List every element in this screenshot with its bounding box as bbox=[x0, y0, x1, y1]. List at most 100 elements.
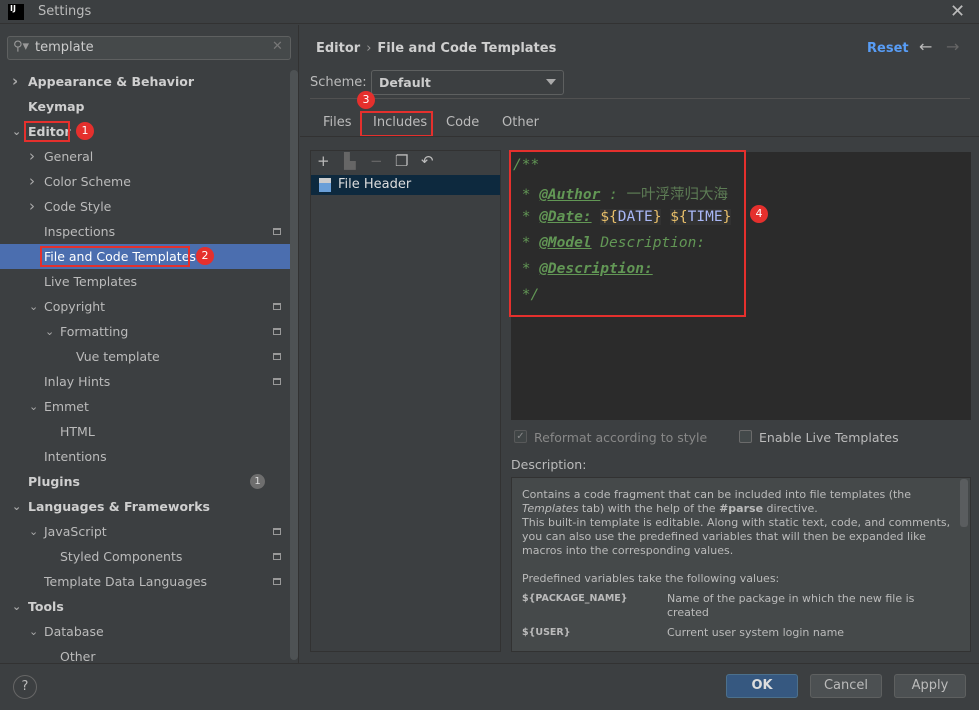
sidebar-item-label: Formatting bbox=[60, 324, 129, 339]
sidebar-item-emmet[interactable]: ⌄ Emmet bbox=[0, 394, 290, 419]
list-item-label: File Header bbox=[338, 177, 412, 192]
scheme-dropdown[interactable]: Default bbox=[371, 70, 564, 95]
sidebar-item-label: Intentions bbox=[44, 449, 107, 464]
project-level-icon bbox=[273, 578, 281, 585]
project-level-icon bbox=[273, 228, 281, 235]
breadcrumb: Editor › File and Code Templates bbox=[316, 41, 556, 56]
sidebar-item-intentions[interactable]: Intentions bbox=[0, 444, 290, 469]
forward-arrow-icon[interactable]: → bbox=[946, 37, 959, 56]
sidebar-item-label: Vue template bbox=[76, 349, 160, 364]
annotation-badge: 4 bbox=[750, 205, 768, 223]
sidebar-item-javascript[interactable]: ⌄ JavaScript bbox=[0, 519, 290, 544]
cancel-button[interactable]: Cancel bbox=[810, 674, 882, 698]
sidebar-item-label: HTML bbox=[60, 424, 95, 439]
sidebar-scrollbar[interactable] bbox=[290, 70, 298, 660]
breadcrumb-separator: › bbox=[366, 41, 372, 56]
back-arrow-icon[interactable]: ← bbox=[919, 37, 932, 56]
sidebar-item-appearance-behavior[interactable]: › Appearance & Behavior bbox=[0, 69, 290, 94]
annotation-box bbox=[360, 111, 433, 137]
sidebar-item-html[interactable]: HTML bbox=[0, 419, 290, 444]
tab-code[interactable]: Code bbox=[446, 115, 479, 130]
app-logo-icon: IJ bbox=[8, 4, 24, 20]
sidebar-item-languages-frameworks[interactable]: ⌄ Languages & Frameworks bbox=[0, 494, 290, 519]
sidebar-item-plugins[interactable]: Plugins 1 bbox=[0, 469, 290, 494]
copy-icon[interactable]: ❐ bbox=[395, 152, 408, 170]
sidebar-item-label: Emmet bbox=[44, 399, 89, 414]
sidebar-item-label: General bbox=[44, 149, 94, 164]
search-value: template bbox=[35, 40, 94, 55]
undo-icon[interactable]: ↶ bbox=[421, 152, 434, 170]
sidebar-item-styled-components[interactable]: Styled Components bbox=[0, 544, 290, 569]
sidebar-item-label: Inlay Hints bbox=[44, 374, 111, 389]
sidebar-item-color-scheme[interactable]: › Color Scheme bbox=[0, 169, 290, 194]
sidebar-item-keymap[interactable]: Keymap bbox=[0, 94, 290, 119]
chevron-down-icon[interactable]: ⌄ bbox=[29, 394, 38, 419]
annotation-box bbox=[24, 121, 70, 142]
chevron-right-icon[interactable]: › bbox=[29, 144, 35, 169]
annotation-badge: 3 bbox=[357, 91, 375, 109]
chevron-down-icon[interactable]: ⌄ bbox=[29, 294, 38, 319]
add-icon[interactable]: + bbox=[317, 152, 330, 170]
sidebar-item-database[interactable]: ⌄ Database bbox=[0, 619, 290, 644]
sidebar-item-label: Styled Components bbox=[60, 549, 183, 564]
live-templates-label: Enable Live Templates bbox=[759, 430, 899, 445]
sidebar-item-formatting[interactable]: ⌄ Formatting bbox=[0, 319, 290, 344]
sidebar-item-label: Plugins bbox=[28, 474, 80, 489]
chevron-down-icon[interactable]: ⌄ bbox=[45, 319, 54, 344]
remove-icon: − bbox=[370, 152, 383, 170]
project-level-icon bbox=[273, 353, 281, 360]
chevron-down-icon[interactable]: ⌄ bbox=[12, 119, 21, 144]
ok-button[interactable]: OK bbox=[726, 674, 798, 698]
chevron-down-icon[interactable]: ⌄ bbox=[12, 594, 21, 619]
chevron-right-icon[interactable]: › bbox=[29, 194, 35, 219]
clear-icon[interactable]: ✕ bbox=[272, 39, 283, 54]
sidebar-item-label: Tools bbox=[28, 599, 64, 614]
add-child-icon: ▙ bbox=[344, 152, 356, 170]
list-item[interactable]: File Header bbox=[311, 175, 500, 195]
sidebar-item-label: Keymap bbox=[28, 99, 85, 114]
sidebar-item-inlay-hints[interactable]: Inlay Hints bbox=[0, 369, 290, 394]
help-button[interactable]: ? bbox=[13, 675, 37, 699]
chevron-down-icon[interactable]: ⌄ bbox=[29, 619, 38, 644]
sidebar-item-template-data-languages[interactable]: Template Data Languages bbox=[0, 569, 290, 594]
sidebar-item-copyright[interactable]: ⌄ Copyright bbox=[0, 294, 290, 319]
sidebar-item-label: Color Scheme bbox=[44, 174, 131, 189]
description-panel: Contains a code fragment that can be inc… bbox=[511, 477, 971, 652]
breadcrumb-current: File and Code Templates bbox=[377, 41, 557, 56]
tab-files[interactable]: Files bbox=[323, 115, 352, 130]
sidebar-item-code-style[interactable]: › Code Style bbox=[0, 194, 290, 219]
file-icon bbox=[319, 178, 331, 192]
live-templates-checkbox[interactable] bbox=[739, 430, 752, 443]
chevron-down-icon[interactable]: ⌄ bbox=[29, 519, 38, 544]
reformat-label: Reformat according to style bbox=[534, 430, 708, 445]
close-icon[interactable]: ✕ bbox=[950, 1, 965, 22]
apply-button[interactable]: Apply bbox=[894, 674, 966, 698]
breadcrumb-editor[interactable]: Editor bbox=[316, 41, 360, 56]
template-list-panel bbox=[310, 150, 501, 652]
divider bbox=[310, 98, 970, 99]
sidebar-item-live-templates[interactable]: Live Templates bbox=[0, 269, 290, 294]
description-scrollbar[interactable] bbox=[960, 479, 968, 527]
divider bbox=[300, 136, 979, 137]
sidebar-item-label: Database bbox=[44, 624, 104, 639]
sidebar-item-label: Appearance & Behavior bbox=[28, 74, 194, 89]
sidebar-item-tools[interactable]: ⌄ Tools bbox=[0, 594, 290, 619]
reformat-checkbox[interactable]: ✓ bbox=[514, 430, 527, 443]
chevron-right-icon[interactable]: › bbox=[29, 169, 35, 194]
sidebar-item-label: Live Templates bbox=[44, 274, 138, 289]
tab-other[interactable]: Other bbox=[502, 115, 539, 130]
annotation-badge: 1 bbox=[76, 122, 94, 140]
reset-link[interactable]: Reset bbox=[867, 41, 909, 56]
sidebar-item-label: Languages & Frameworks bbox=[28, 499, 210, 514]
chevron-down-icon[interactable]: ⌄ bbox=[12, 494, 21, 519]
sidebar-item-label: JavaScript bbox=[44, 524, 107, 539]
project-level-icon bbox=[273, 553, 281, 560]
search-input[interactable]: ⚲▾ template ✕ bbox=[7, 36, 291, 60]
sidebar-item-vue-template[interactable]: Vue template bbox=[0, 344, 290, 369]
dropdown-arrow-icon bbox=[546, 79, 556, 85]
search-icon: ⚲▾ bbox=[13, 39, 30, 54]
sidebar-item-inspections[interactable]: Inspections bbox=[0, 219, 290, 244]
chevron-right-icon[interactable]: › bbox=[12, 69, 18, 94]
sidebar-item-general[interactable]: › General bbox=[0, 144, 290, 169]
variable-row: ${PACKAGE_NAME} Name of the package in wh… bbox=[522, 592, 915, 619]
